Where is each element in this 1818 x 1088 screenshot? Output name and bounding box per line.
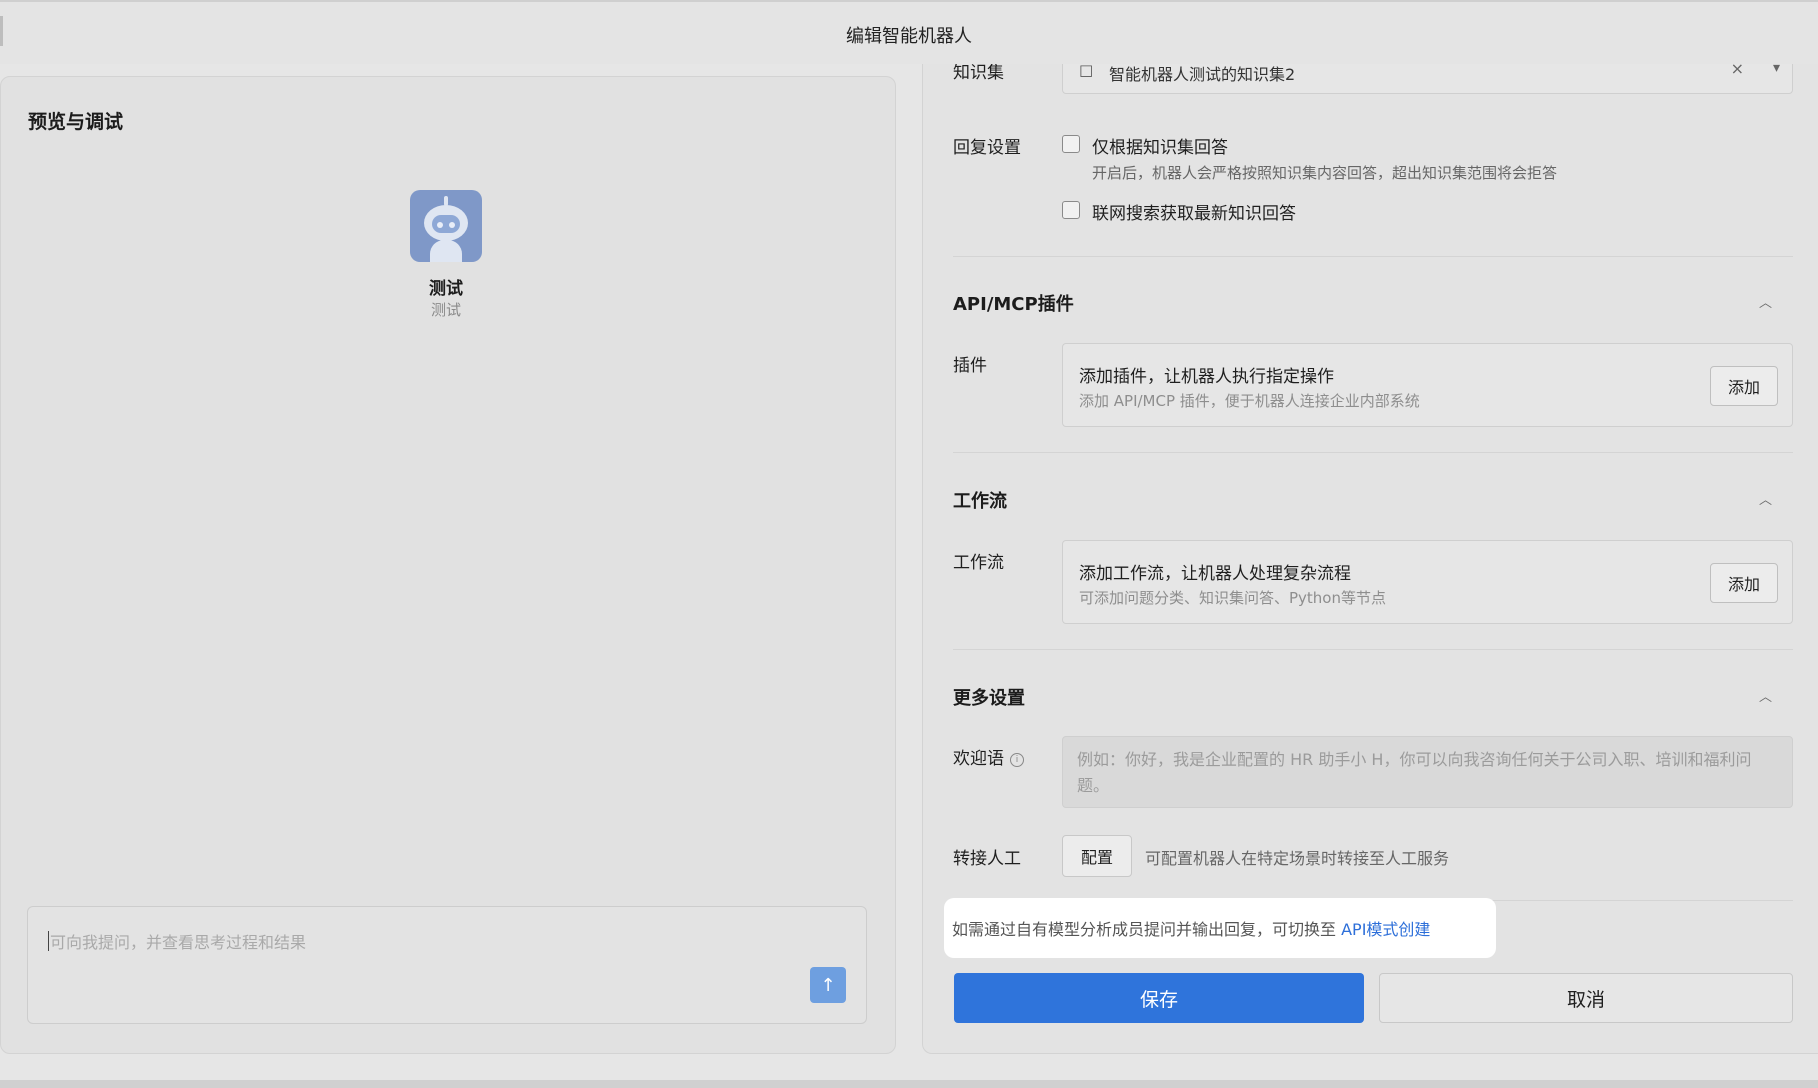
only-kb-label[interactable]: 仅根据知识集回答 (1092, 133, 1228, 158)
web-search-label[interactable]: 联网搜索获取最新知识回答 (1092, 199, 1296, 224)
bot-name: 测试 (429, 279, 463, 299)
add-workflow-button[interactable]: 添加 (1710, 563, 1778, 603)
greeting-label: 欢迎语 i (953, 744, 1024, 769)
preview-panel: 预览与调试 测试 测试 可向我提问，并查看思考过程和结果 ↑ (0, 76, 896, 1054)
greeting-label-text: 欢迎语 (953, 749, 1004, 769)
web-search-checkbox[interactable] (1062, 201, 1080, 219)
save-button[interactable]: 保存 (954, 973, 1364, 1023)
title-bar: 编辑智能机器人 (0, 0, 1818, 64)
handoff-config-button[interactable]: 配置 (1062, 835, 1132, 877)
api-mode-tooltip: 如需通过自有模型分析成员提问并输出回复，可切换至 API模式创建 (944, 898, 1496, 958)
clear-icon[interactable]: × (1731, 64, 1744, 78)
plugins-label: 插件 (953, 356, 987, 376)
chevron-down-icon[interactable]: ▾ (1773, 64, 1780, 76)
knowledge-label: 知识集 (953, 64, 1004, 83)
tooltip-message: 如需通过自有模型分析成员提问并输出回复，可切换至 (952, 920, 1342, 939)
handoff-label: 转接人工 (953, 849, 1021, 869)
knowledge-value: 智能机器人测试的知识集2 (1109, 65, 1296, 84)
chevron-up-icon[interactable]: ︿ (1759, 686, 1772, 705)
bot-description: 测试 (430, 301, 461, 319)
text-caret (48, 931, 49, 951)
chat-input[interactable]: 可向我提问，并查看思考过程和结果 ↑ (27, 906, 867, 1024)
api-mode-link[interactable]: API模式创建 (1341, 920, 1430, 939)
tooltip-text: 如需通过自有模型分析成员提问并输出回复，可切换至 API模式创建 (952, 916, 1430, 940)
chevron-up-icon[interactable]: ︿ (1759, 489, 1772, 508)
workflow-label: 工作流 (953, 553, 1004, 573)
workflow-card-desc: 可添加问题分类、知识集问答、Python等节点 (1079, 589, 1386, 607)
add-plugin-button[interactable]: 添加 (1710, 366, 1778, 406)
workflow-card: 添加工作流，让机器人处理复杂流程 可添加问题分类、知识集问答、Python等节点… (1062, 540, 1793, 624)
chevron-up-icon[interactable]: ︿ (1759, 292, 1772, 311)
workflow-section-title[interactable]: 工作流 (953, 487, 1007, 513)
plugins-card: 添加插件，让机器人执行指定操作 添加 API/MCP 插件，便于机器人连接企业内… (1062, 343, 1793, 427)
reply-settings-label: 回复设置 (953, 138, 1021, 158)
workflow-card-title: 添加工作流，让机器人处理复杂流程 (1079, 564, 1351, 584)
handoff-hint: 可配置机器人在特定场景时转接至人工服务 (1145, 849, 1450, 868)
plugins-section-title[interactable]: API/MCP插件 (953, 290, 1074, 316)
divider (953, 256, 1793, 257)
bot-avatar (410, 190, 482, 262)
preview-title: 预览与调试 (28, 111, 124, 133)
folder-icon: □ (1079, 64, 1094, 79)
window-edge (0, 16, 3, 46)
arrow-up-icon: ↑ (820, 974, 836, 996)
only-kb-hint: 开启后，机器人会严格按照知识集内容回答，超出知识集范围将会拒答 (1092, 164, 1558, 182)
window-bottom-edge (0, 1080, 1818, 1088)
plugins-card-title: 添加插件，让机器人执行指定操作 (1079, 367, 1334, 387)
cancel-button[interactable]: 取消 (1379, 973, 1793, 1023)
divider (953, 452, 1793, 453)
config-panel: 知识集 □ 智能机器人测试的知识集2 × ▾ 回复设置 仅根据知识集回答 开启后… (922, 64, 1818, 1054)
window-title: 编辑智能机器人 (846, 26, 972, 47)
more-settings-section-title[interactable]: 更多设置 (953, 684, 1025, 710)
info-icon[interactable]: i (1010, 753, 1024, 767)
knowledge-select[interactable]: □ 智能机器人测试的知识集2 × ▾ (1062, 64, 1793, 94)
send-button[interactable]: ↑ (810, 967, 846, 1003)
only-kb-checkbox[interactable] (1062, 135, 1080, 153)
divider (953, 649, 1793, 650)
greeting-textarea[interactable]: 例如：你好，我是企业配置的 HR 助手小 H，你可以向我咨询任何关于公司入职、培… (1062, 736, 1793, 808)
plugins-card-desc: 添加 API/MCP 插件，便于机器人连接企业内部系统 (1079, 392, 1420, 410)
chat-input-placeholder: 可向我提问，并查看思考过程和结果 (50, 933, 307, 952)
